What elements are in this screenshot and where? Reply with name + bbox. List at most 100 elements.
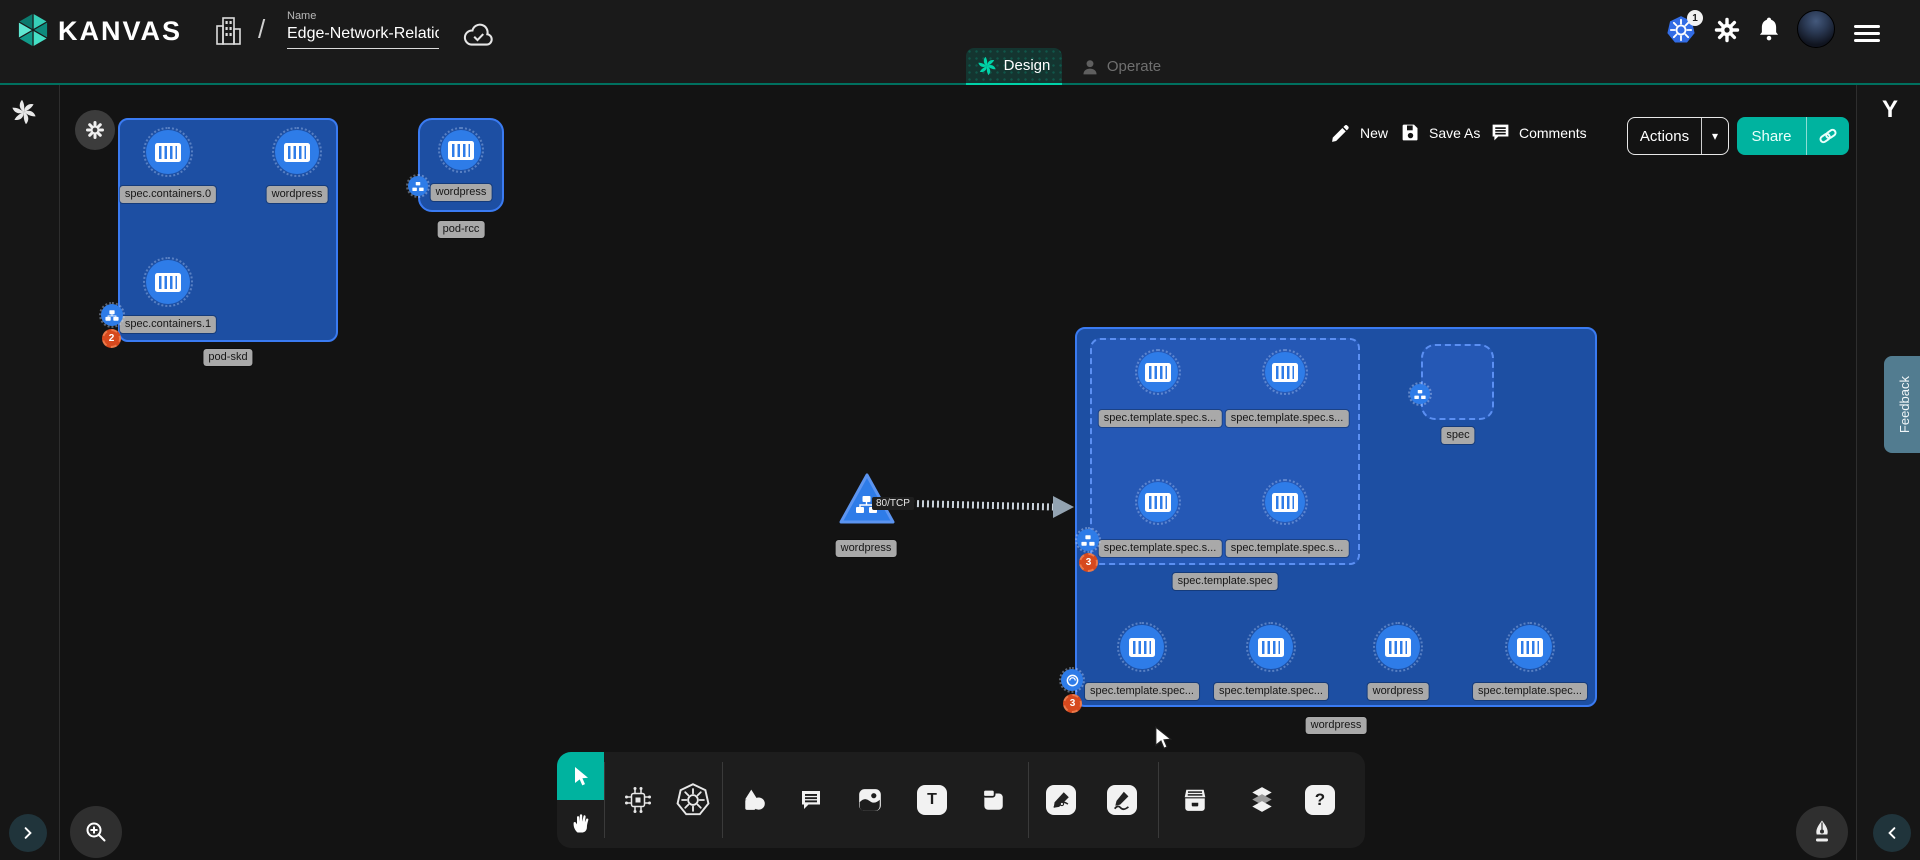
container-icon: [1258, 638, 1284, 657]
container-label: spec.template.spec...: [1473, 683, 1587, 700]
expand-left-panel-button[interactable]: [9, 814, 47, 852]
comments-icon: [1490, 122, 1511, 143]
new-label: New: [1360, 125, 1388, 141]
new-button[interactable]: New: [1330, 122, 1388, 144]
kanvas-app: KANVAS / Name Edge-Network-Relatio: [0, 0, 1920, 860]
container-icon: [1145, 363, 1171, 382]
container-node[interactable]: [1138, 352, 1178, 392]
spec-node[interactable]: [1421, 344, 1494, 420]
container-icon: [1272, 493, 1298, 512]
pen-nib-icon: [1810, 819, 1834, 845]
select-tool-button[interactable]: [557, 752, 604, 800]
pen-tool[interactable]: [1043, 782, 1079, 818]
image-tool[interactable]: [852, 782, 888, 818]
copy-link-icon: [1817, 125, 1839, 147]
share-link-section[interactable]: [1807, 117, 1849, 155]
actions-label[interactable]: Actions: [1628, 118, 1702, 154]
container-node[interactable]: [1508, 625, 1552, 669]
error-count-badge[interactable]: 3: [1063, 694, 1082, 713]
container-icon: [284, 143, 310, 162]
container-node[interactable]: [275, 130, 319, 174]
right-rail: [1856, 85, 1920, 860]
y-panel-icon[interactable]: Y: [1882, 96, 1898, 124]
feedback-tab[interactable]: Feedback: [1884, 356, 1920, 453]
layers-tool[interactable]: [1244, 782, 1280, 818]
container-node[interactable]: [146, 260, 190, 304]
tab-design-label: Design: [1004, 57, 1051, 74]
design-name-value[interactable]: Edge-Network-Relatio: [287, 25, 439, 49]
design-name-field[interactable]: Name Edge-Network-Relatio: [287, 10, 439, 49]
container-label: spec.template.spec...: [1085, 683, 1199, 700]
shapes-tool[interactable]: [736, 782, 772, 818]
template-spec-label: spec.template.spec: [1173, 573, 1278, 590]
freehand-draw-tool[interactable]: [1104, 782, 1140, 818]
help-glyph: ?: [1305, 785, 1335, 815]
operate-person-icon: [1081, 57, 1099, 77]
container-label: wordpress: [1368, 683, 1429, 700]
draw-pen-button[interactable]: [1796, 806, 1848, 858]
container-icon: [1517, 638, 1543, 657]
cloud-saved-icon: [462, 22, 496, 48]
collapse-right-panel-button[interactable]: [1873, 814, 1911, 852]
actions-dropdown-arrow[interactable]: ▾: [1702, 118, 1728, 154]
pod-resource-icon[interactable]: [101, 304, 123, 326]
breadcrumb-separator: /: [258, 14, 265, 45]
zoom-button[interactable]: [70, 806, 122, 858]
template-spec-group[interactable]: [1090, 338, 1360, 565]
zoom-in-magnifier-icon: [84, 820, 108, 844]
container-icon: [1385, 638, 1411, 657]
new-pencil-icon: [1330, 122, 1352, 144]
tab-design[interactable]: Design: [966, 48, 1062, 85]
container-node[interactable]: [1265, 352, 1305, 392]
container-label: wordpress: [431, 184, 492, 201]
node-config-button[interactable]: [75, 110, 115, 150]
error-count-badge[interactable]: 3: [1079, 553, 1098, 572]
organization-icon[interactable]: [214, 16, 242, 46]
pod-resource-icon[interactable]: [1410, 384, 1430, 404]
container-node[interactable]: [146, 130, 190, 174]
tab-operate[interactable]: Operate: [1062, 48, 1180, 85]
note-tool[interactable]: [975, 782, 1011, 818]
service-edge[interactable]: [888, 492, 1083, 520]
share-split-button[interactable]: Share: [1737, 117, 1849, 155]
text-tool-glyph: T: [917, 785, 947, 815]
spec-label: spec: [1441, 427, 1474, 444]
help-tool[interactable]: ?: [1302, 782, 1338, 818]
error-count-badge[interactable]: 2: [102, 329, 121, 348]
settings-gear-icon[interactable]: [1714, 17, 1740, 43]
feedback-label: Feedback: [1897, 376, 1912, 433]
save-floppy-icon: [1400, 122, 1421, 143]
pan-tool-button[interactable]: [557, 800, 604, 846]
meshery-spiral-icon[interactable]: [12, 100, 36, 124]
comments-label: Comments: [1519, 125, 1587, 141]
notifications-bell-icon[interactable]: [1757, 16, 1781, 43]
text-tool[interactable]: T: [914, 782, 950, 818]
container-node[interactable]: [1376, 625, 1420, 669]
container-node[interactable]: [1120, 625, 1164, 669]
component-chip-tool[interactable]: [620, 782, 656, 818]
container-label: spec.template.spec.s...: [1226, 540, 1349, 557]
save-as-button[interactable]: Save As: [1400, 122, 1480, 143]
comment-tool[interactable]: [793, 782, 829, 818]
container-node[interactable]: [441, 130, 481, 170]
actions-split-button[interactable]: Actions ▾: [1627, 117, 1729, 155]
container-node[interactable]: [1249, 625, 1293, 669]
brand-wordmark: KANVAS: [58, 16, 182, 47]
service-label: wordpress: [836, 540, 897, 557]
design-name-label: Name: [287, 10, 439, 22]
archive-drawer-tool[interactable]: [1177, 782, 1213, 818]
pan-hand-icon: [570, 812, 592, 834]
deployment-resource-icon[interactable]: [1061, 669, 1083, 691]
kanvas-logo-icon[interactable]: [14, 11, 52, 49]
hamburger-menu-icon[interactable]: [1854, 21, 1880, 46]
chevron-left-icon: [1884, 825, 1900, 841]
container-node[interactable]: [1265, 482, 1305, 522]
kubernetes-tool[interactable]: [675, 782, 711, 818]
pod-resource-icon[interactable]: [1077, 529, 1099, 551]
container-node[interactable]: [1138, 482, 1178, 522]
pod-resource-icon[interactable]: [408, 176, 428, 196]
comments-button[interactable]: Comments: [1490, 122, 1587, 143]
share-label[interactable]: Share: [1737, 117, 1807, 155]
user-avatar[interactable]: [1797, 10, 1835, 48]
container-icon: [155, 273, 181, 292]
